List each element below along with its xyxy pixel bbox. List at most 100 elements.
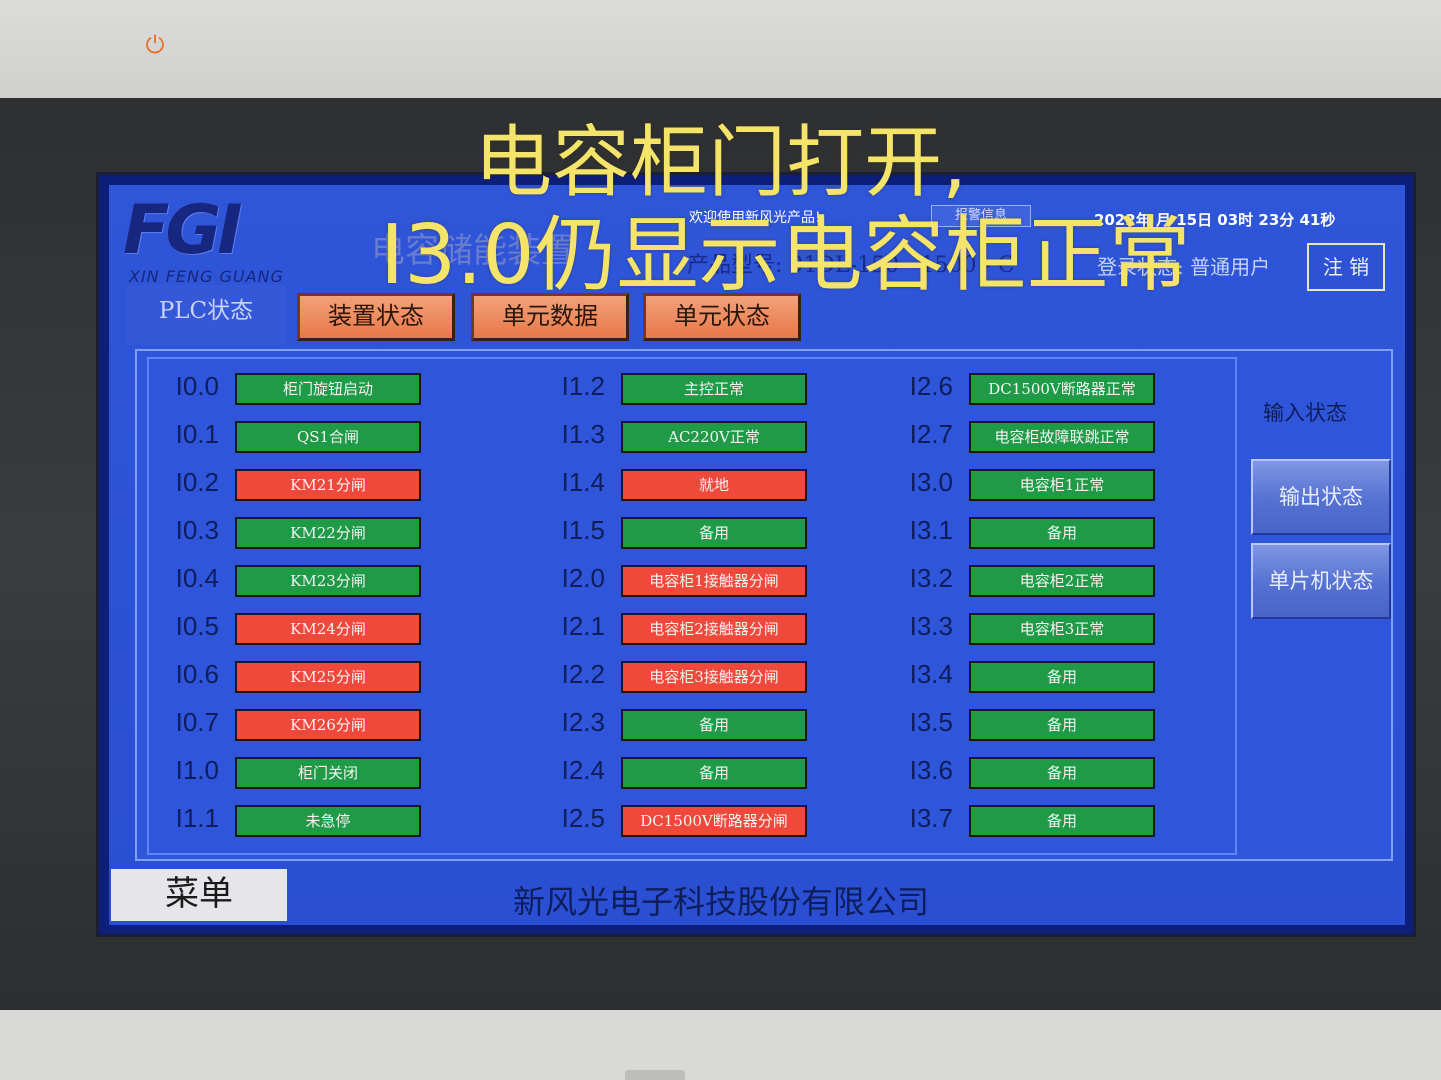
- io-row: I0.6 KM25分闸: [155, 657, 535, 705]
- io-status-indicator: AC220V正常: [621, 421, 807, 453]
- io-status-indicator: 备用: [621, 709, 807, 741]
- output-status-button[interactable]: 输出状态: [1251, 459, 1391, 535]
- io-row: I0.0 柜门旋钮启动: [155, 369, 535, 417]
- io-row: I3.0 电容柜1正常: [889, 465, 1269, 513]
- io-row: I2.0 电容柜1接触器分闸: [541, 561, 921, 609]
- io-status-indicator: KM26分闸: [235, 709, 421, 741]
- wall-background: [0, 0, 1441, 100]
- io-address: I0.6: [175, 659, 219, 689]
- company-name: 新风光电子科技股份有限公司: [513, 883, 930, 921]
- io-status-indicator: 备用: [621, 517, 807, 549]
- io-row: I0.7 KM26分闸: [155, 705, 535, 753]
- io-row: I2.6 DC1500V断路器正常: [889, 369, 1269, 417]
- io-address: I3.7: [909, 803, 953, 833]
- io-status-indicator: DC1500V断路器正常: [969, 373, 1155, 405]
- io-address: I2.0: [561, 563, 605, 593]
- io-address: I2.5: [561, 803, 605, 833]
- io-status-indicator: 备用: [969, 661, 1155, 693]
- io-address: I2.3: [561, 707, 605, 737]
- io-address: I3.0: [909, 467, 953, 497]
- io-status-indicator: 电容柜1正常: [969, 469, 1155, 501]
- io-address: I3.1: [909, 515, 953, 545]
- io-row: I1.0 柜门关闭: [155, 753, 535, 801]
- io-row: I2.4 备用: [541, 753, 921, 801]
- io-status-indicator: 柜门旋钮启动: [235, 373, 421, 405]
- io-column-1: I0.0 柜门旋钮启动 I0.1 QS1合闸 I0.2 KM21分闸 I0.3 KM22分闸 I…: [155, 369, 535, 849]
- io-address: I3.4: [909, 659, 953, 689]
- io-address: I0.1: [175, 419, 219, 449]
- io-row: I1.2 主控正常: [541, 369, 921, 417]
- io-row: I3.2 电容柜2正常: [889, 561, 1269, 609]
- io-address: I1.4: [561, 467, 605, 497]
- io-status-indicator: KM23分闸: [235, 565, 421, 597]
- io-status-indicator: KM22分闸: [235, 517, 421, 549]
- io-row: I2.1 电容柜2接触器分闸: [541, 609, 921, 657]
- io-address: I0.2: [175, 467, 219, 497]
- io-address: I1.3: [561, 419, 605, 449]
- io-column-3: I2.6 DC1500V断路器正常 I2.7 电容柜故障联跳正常 I3.0 电容柜1正常 I…: [889, 369, 1269, 849]
- menu-button[interactable]: 菜单: [111, 869, 287, 921]
- io-address: I1.2: [561, 371, 605, 401]
- io-status-indicator: QS1合闸: [235, 421, 421, 453]
- io-address: I1.5: [561, 515, 605, 545]
- io-row: I1.3 AC220V正常: [541, 417, 921, 465]
- io-status-indicator: 就地: [621, 469, 807, 501]
- io-address: I0.7: [175, 707, 219, 737]
- io-grid: I0.0 柜门旋钮启动 I0.1 QS1合闸 I0.2 KM21分闸 I0.3 KM22分闸 I…: [147, 357, 1237, 855]
- io-row: I0.3 KM22分闸: [155, 513, 535, 561]
- io-address: I1.1: [175, 803, 219, 833]
- io-status-indicator: DC1500V断路器分闸: [621, 805, 807, 837]
- io-row: I0.2 KM21分闸: [155, 465, 535, 513]
- io-address: I2.7: [909, 419, 953, 449]
- overlay-caption-line2: I3.0仍显示电容柜正常: [380, 208, 1191, 303]
- io-row: I2.7 电容柜故障联跳正常: [889, 417, 1269, 465]
- io-status-indicator: 备用: [621, 757, 807, 789]
- io-status-indicator: 主控正常: [621, 373, 807, 405]
- io-row: I0.1 QS1合闸: [155, 417, 535, 465]
- io-status-indicator: 备用: [969, 757, 1155, 789]
- io-status-indicator: 电容柜3接触器分闸: [621, 661, 807, 693]
- device-notch: [625, 1070, 685, 1080]
- io-status-indicator: 电容柜3正常: [969, 613, 1155, 645]
- io-row: I0.4 KM23分闸: [155, 561, 535, 609]
- io-status-indicator: 备用: [969, 805, 1155, 837]
- device-bottom-edge: [0, 1010, 1441, 1080]
- io-address: I1.0: [175, 755, 219, 785]
- io-row: I3.5 备用: [889, 705, 1269, 753]
- io-row: I1.4 就地: [541, 465, 921, 513]
- io-address: I2.4: [561, 755, 605, 785]
- io-row: I0.5 KM24分闸: [155, 609, 535, 657]
- io-status-indicator: 电容柜1接触器分闸: [621, 565, 807, 597]
- io-status-indicator: 未急停: [235, 805, 421, 837]
- io-address: I0.3: [175, 515, 219, 545]
- input-status-label: 输入状态: [1263, 401, 1347, 425]
- io-address: I0.0: [175, 371, 219, 401]
- io-address: I3.2: [909, 563, 953, 593]
- io-status-indicator: 备用: [969, 517, 1155, 549]
- io-row: I2.5 DC1500V断路器分闸: [541, 801, 921, 849]
- io-address: I2.6: [909, 371, 953, 401]
- io-address: I3.6: [909, 755, 953, 785]
- io-status-indicator: KM24分闸: [235, 613, 421, 645]
- io-address: I0.5: [175, 611, 219, 641]
- io-status-indicator: 柜门关闭: [235, 757, 421, 789]
- io-status-indicator: 电容柜2正常: [969, 565, 1155, 597]
- io-row: I1.1 未急停: [155, 801, 535, 849]
- io-row: I3.1 备用: [889, 513, 1269, 561]
- io-status-indicator: KM21分闸: [235, 469, 421, 501]
- io-address: I0.4: [175, 563, 219, 593]
- io-status-indicator: 备用: [969, 709, 1155, 741]
- io-row: I3.6 备用: [889, 753, 1269, 801]
- io-row: I3.3 电容柜3正常: [889, 609, 1269, 657]
- io-row: I3.7 备用: [889, 801, 1269, 849]
- power-icon[interactable]: ⏻: [140, 30, 170, 60]
- mcu-status-button[interactable]: 单片机状态: [1251, 543, 1391, 619]
- io-row: I3.4 备用: [889, 657, 1269, 705]
- io-status-indicator: 电容柜故障联跳正常: [969, 421, 1155, 453]
- io-address: I2.1: [561, 611, 605, 641]
- io-address: I2.2: [561, 659, 605, 689]
- io-column-2: I1.2 主控正常 I1.3 AC220V正常 I1.4 就地 I1.5 备用 I2.0 电容柜1…: [541, 369, 921, 849]
- io-status-indicator: KM25分闸: [235, 661, 421, 693]
- io-address: I3.5: [909, 707, 953, 737]
- io-row: I2.2 电容柜3接触器分闸: [541, 657, 921, 705]
